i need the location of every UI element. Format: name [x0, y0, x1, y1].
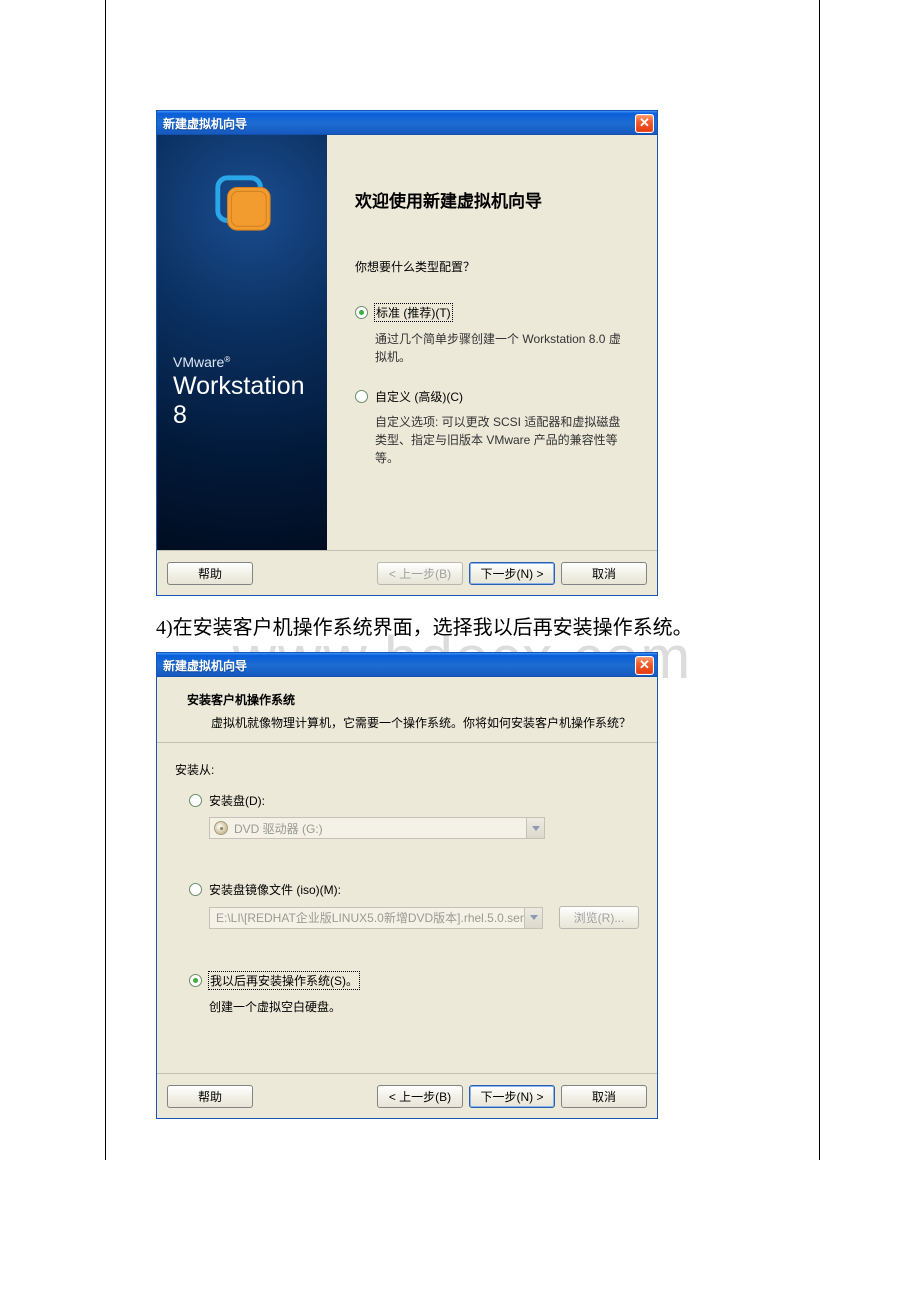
chevron-down-icon: [524, 908, 542, 928]
header-subtitle: 虚拟机就像物理计算机，它需要一个操作系统。你将如何安装客户机操作系统？: [211, 714, 639, 732]
radio-icon: [355, 390, 368, 403]
radio-typical[interactable]: 标准 (推荐)(T): [355, 303, 627, 322]
radio-disc-label: 安装盘(D):: [208, 792, 266, 809]
browse-button: 浏览(R)...: [559, 906, 639, 929]
radio-installer-disc[interactable]: 安装盘(D):: [189, 792, 639, 809]
spacer: [175, 853, 639, 881]
brand-product: Workstation 8: [173, 372, 311, 430]
radio-iso-label: 安装盘镜像文件 (iso)(M):: [208, 881, 342, 898]
install-from-label: 安装从:: [175, 761, 639, 778]
spacer: [175, 943, 639, 971]
button-bar: 帮助 < 上一步(B) 下一步(N) > 取消: [157, 1073, 657, 1118]
sidebar-banner: VMware® Workstation 8: [157, 135, 327, 550]
radio-custom-desc: 自定义选项: 可以更改 SCSI 适配器和虚拟磁盘类型、指定与旧版本 VMwar…: [375, 413, 625, 467]
vmware-logo-icon: [212, 172, 274, 234]
titlebar[interactable]: 新建虚拟机向导 ✕: [157, 111, 657, 135]
content-pane: 欢迎使用新建虚拟机向导 你想要什么类型配置？ 标准 (推荐)(T) 通过几个简单…: [327, 135, 657, 550]
cancel-button[interactable]: 取消: [561, 562, 647, 585]
next-button[interactable]: 下一步(N) >: [469, 562, 555, 585]
titlebar[interactable]: 新建虚拟机向导 ✕: [157, 653, 657, 677]
radio-custom[interactable]: 自定义 (高级)(C): [355, 388, 627, 405]
title-text: 新建虚拟机向导: [163, 657, 247, 674]
dialog-body: VMware® Workstation 8 欢迎使用新建虚拟机向导 你想要什么类…: [157, 135, 657, 550]
radio-icon: [189, 883, 202, 896]
radio-typical-label: 标准 (推荐)(T): [374, 303, 453, 322]
radio-installer-iso[interactable]: 安装盘镜像文件 (iso)(M):: [189, 881, 639, 898]
wizard-dialog-welcome: 新建虚拟机向导 ✕ VMware® Workstation 8: [156, 110, 658, 596]
help-button[interactable]: 帮助: [167, 562, 253, 585]
radio-icon: [355, 306, 368, 319]
radio-later-label: 我以后再安装操作系统(S)。: [208, 971, 360, 990]
back-button: < 上一步(B): [377, 562, 463, 585]
header-title: 安装客户机操作系统: [187, 691, 639, 708]
radio-icon: [189, 974, 202, 987]
disc-icon: [214, 821, 228, 835]
help-button[interactable]: 帮助: [167, 1085, 253, 1108]
brand-name: VMware: [173, 354, 224, 370]
brand-block: VMware® Workstation 8: [173, 354, 311, 430]
chevron-down-icon: [526, 818, 544, 838]
config-question: 你想要什么类型配置？: [355, 258, 627, 275]
back-button[interactable]: < 上一步(B): [377, 1085, 463, 1108]
button-bar: 帮助 < 上一步(B) 下一步(N) > 取消: [157, 550, 657, 595]
document-page: www.bdocx.com 新建虚拟机向导 ✕ VMware® Worksta: [105, 0, 820, 1160]
radio-icon: [189, 794, 202, 807]
drive-combo: DVD 驱动器 (G:): [209, 817, 545, 839]
group-install-later: 我以后再安装操作系统(S)。 创建一个虚拟空白硬盘。: [189, 971, 639, 1015]
brand-registered: ®: [224, 355, 230, 364]
close-button[interactable]: ✕: [635, 114, 654, 133]
welcome-heading: 欢迎使用新建虚拟机向导: [355, 187, 627, 212]
group-installer-disc: 安装盘(D): DVD 驱动器 (G:): [189, 792, 639, 839]
dialog-body: 安装从: 安装盘(D): DVD 驱动器 (G:): [157, 743, 657, 1073]
radio-custom-label: 自定义 (高级)(C): [374, 388, 464, 405]
dialog-header: 安装客户机操作系统 虚拟机就像物理计算机，它需要一个操作系统。你将如何安装客户机…: [157, 677, 657, 743]
iso-row: E:\LI\[REDHAT企业版LINUX5.0新增DVD版本].rhel.5.…: [209, 906, 639, 929]
radio-install-later[interactable]: 我以后再安装操作系统(S)。: [189, 971, 639, 990]
drive-combo-text: DVD 驱动器 (G:): [232, 820, 526, 837]
wizard-dialog-install-os: 新建虚拟机向导 ✕ 安装客户机操作系统 虚拟机就像物理计算机，它需要一个操作系统…: [156, 652, 658, 1119]
title-text: 新建虚拟机向导: [163, 115, 247, 132]
iso-path-combo: E:\LI\[REDHAT企业版LINUX5.0新增DVD版本].rhel.5.…: [209, 907, 543, 929]
close-icon: ✕: [639, 115, 650, 131]
install-later-desc: 创建一个虚拟空白硬盘。: [209, 998, 639, 1015]
next-button[interactable]: 下一步(N) >: [469, 1085, 555, 1108]
iso-path-text: E:\LI\[REDHAT企业版LINUX5.0新增DVD版本].rhel.5.…: [214, 909, 524, 926]
group-installer-iso: 安装盘镜像文件 (iso)(M): E:\LI\[REDHAT企业版LINUX5…: [189, 881, 639, 929]
step-4-caption: 4)在安装客户机操作系统界面，选择我以后再安装操作系统。: [156, 614, 764, 642]
close-icon: ✕: [639, 657, 650, 673]
cancel-button[interactable]: 取消: [561, 1085, 647, 1108]
radio-typical-desc: 通过几个简单步骤创建一个 Workstation 8.0 虚拟机。: [375, 330, 625, 366]
close-button[interactable]: ✕: [635, 656, 654, 675]
